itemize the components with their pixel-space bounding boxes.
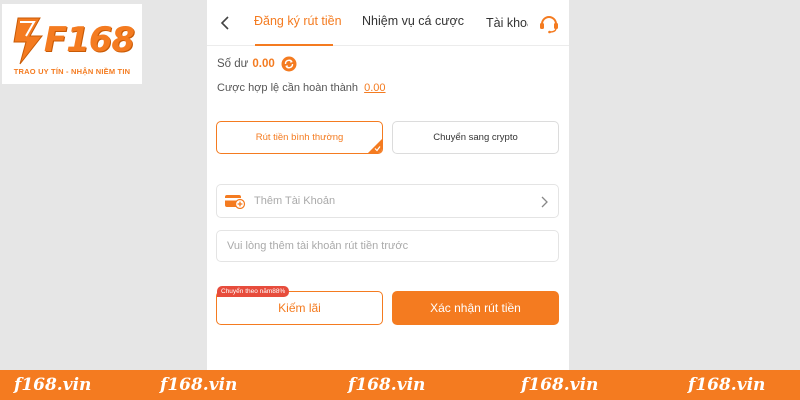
chevron-left-icon (220, 16, 229, 30)
logo-main: F168 (10, 14, 135, 66)
brand-logo: F168 TRAO UY TÍN - NHẬN NIỀM TIN (2, 4, 142, 84)
logo-text: F168 (43, 20, 135, 60)
bet-requirement-row: Cược hợp lệ cần hoàn thành 0.00 (217, 82, 386, 94)
tab-withdraw-register[interactable]: Đăng ký rút tiền (254, 14, 342, 28)
balance-row: Số dư 0.00 (217, 56, 297, 72)
balance-value: 0.00 (252, 58, 275, 70)
option-crypto-transfer[interactable]: Chuyển sang crypto (392, 121, 559, 154)
footer-strip: f168.vin f168.vin f168.vin f168.vin f168… (0, 370, 800, 400)
refresh-icon[interactable] (281, 56, 297, 72)
tab-betting-tasks[interactable]: Nhiệm vụ cá cược (362, 14, 464, 28)
footer-link[interactable]: f168.vin (521, 375, 598, 395)
footer-link[interactable]: f168.vin (14, 375, 91, 395)
tab-account[interactable]: Tài khoả (486, 16, 528, 30)
add-account-row[interactable]: Thêm Tài Khoản (216, 184, 559, 218)
bet-requirement-label: Cược hợp lệ cần hoàn thành (217, 82, 359, 94)
withdraw-panel: Đăng ký rút tiền Nhiệm vụ cá cược Tài kh… (207, 0, 569, 370)
bet-requirement-value[interactable]: 0.00 (364, 82, 385, 94)
promo-badge: Chuyển theo năm88% (217, 286, 290, 297)
footer-link[interactable]: f168.vin (348, 375, 425, 395)
active-tab-underline (255, 44, 333, 46)
support-button[interactable] (538, 12, 560, 34)
back-button[interactable] (217, 14, 233, 32)
chevron-right-icon (541, 196, 548, 208)
header-tabs: Đăng ký rút tiền Nhiệm vụ cá cược Tài kh… (207, 0, 569, 46)
confirm-withdraw-button[interactable]: Xác nhận rút tiền (392, 291, 559, 325)
check-icon (374, 146, 381, 152)
option-normal-withdraw[interactable]: Rút tiền bình thường (216, 121, 383, 154)
option-normal-label: Rút tiền bình thường (255, 132, 344, 143)
headset-icon (540, 16, 558, 34)
add-account-label: Thêm Tài Khoản (254, 195, 336, 207)
card-add-icon (225, 195, 246, 209)
footer-link[interactable]: f168.vin (160, 375, 237, 395)
withdraw-account-input[interactable] (216, 230, 559, 262)
balance-label: Số dư (217, 58, 249, 70)
tab-account-clip: Tài khoả (486, 14, 528, 32)
footer-link[interactable]: f168.vin (688, 375, 765, 395)
logo-slogan: TRAO UY TÍN - NHẬN NIỀM TIN (13, 67, 131, 76)
option-crypto-label: Chuyển sang crypto (433, 132, 518, 143)
